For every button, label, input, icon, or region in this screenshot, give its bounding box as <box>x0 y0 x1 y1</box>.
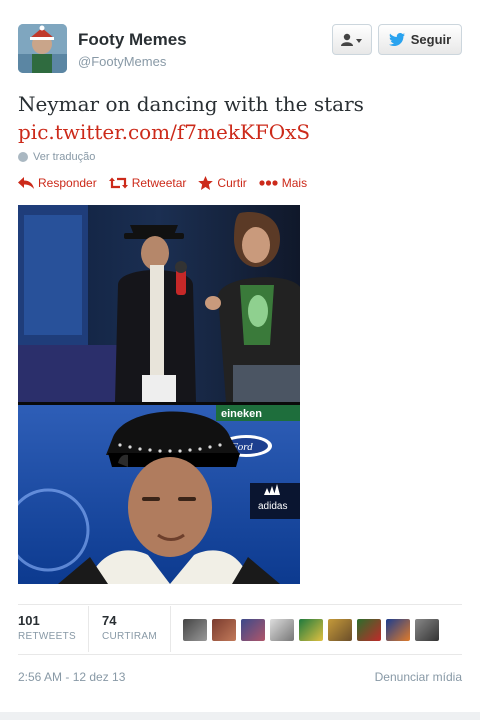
user-avatar-thumb[interactable] <box>299 619 323 641</box>
tweet-actions: Responder Retweetar Curtir Mais <box>18 176 319 190</box>
user-avatar-thumb[interactable] <box>415 619 439 641</box>
photo-image: eineken Ford adidas <box>18 205 300 584</box>
favorite-label: Curtir <box>217 176 247 190</box>
reply-action[interactable]: Responder <box>18 176 97 190</box>
more-dots-icon <box>259 180 278 186</box>
banner-heineken-text: eineken <box>221 408 262 420</box>
stat-separator <box>170 606 171 652</box>
account-name[interactable]: Footy Memes <box>78 30 187 50</box>
avatar[interactable] <box>18 24 67 73</box>
report-media-link[interactable]: Denunciar mídia <box>375 670 462 684</box>
more-label: Mais <box>281 176 308 190</box>
user-faces-strip <box>183 619 444 641</box>
retweets-count: 101 <box>18 613 40 628</box>
banner-adidas-text: adidas <box>258 501 287 512</box>
tweet-photo[interactable]: eineken Ford adidas <box>18 205 300 584</box>
tweet-body: Neymar on dancing with the stars <box>18 92 364 116</box>
user-avatar-thumb[interactable] <box>212 619 236 641</box>
stats-divider-bottom <box>18 654 462 655</box>
user-avatar-thumb[interactable] <box>328 619 352 641</box>
retweets-label: RETWEETS <box>18 631 76 642</box>
translate-label: Ver tradução <box>33 151 96 163</box>
tweet-media-link[interactable]: pic.twitter.com/f7mekKFOxS <box>18 118 462 146</box>
follow-label: Seguir <box>410 32 452 47</box>
user-avatar-thumb[interactable] <box>386 619 410 641</box>
globe-icon <box>18 152 28 162</box>
retweet-label: Retweetar <box>131 176 187 190</box>
user-avatar-thumb[interactable] <box>357 619 381 641</box>
stats-divider-top <box>18 604 462 605</box>
avatar-image <box>18 24 67 73</box>
bottom-edge <box>0 712 480 720</box>
star-icon <box>198 176 214 190</box>
likes-stat[interactable]: 74 CURTIRAM <box>102 613 157 642</box>
tweet-card: Footy Memes @FootyMemes Seguir Neymar on… <box>0 0 480 720</box>
translate-link[interactable]: Ver tradução <box>18 151 95 163</box>
user-avatar-thumb[interactable] <box>270 619 294 641</box>
retweets-stat[interactable]: 101 RETWEETS <box>18 613 76 642</box>
likes-count: 74 <box>102 613 117 628</box>
retweet-icon <box>108 177 128 189</box>
follow-button[interactable]: Seguir <box>378 24 462 55</box>
user-actions-button[interactable] <box>332 24 372 55</box>
user-avatar-thumb[interactable] <box>183 619 207 641</box>
user-icon <box>341 33 362 46</box>
reply-label: Responder <box>38 176 97 190</box>
stat-separator <box>88 606 89 652</box>
likes-label: CURTIRAM <box>102 631 157 642</box>
more-action[interactable]: Mais <box>259 176 307 190</box>
tweet-text: Neymar on dancing with the stars pic.twi… <box>18 90 462 146</box>
retweet-action[interactable]: Retweetar <box>108 176 187 190</box>
reply-icon <box>18 177 34 189</box>
twitter-bird-icon <box>388 33 405 46</box>
favorite-action[interactable]: Curtir <box>198 176 247 190</box>
user-avatar-thumb[interactable] <box>241 619 265 641</box>
account-handle[interactable]: @FootyMemes <box>78 54 166 69</box>
tweet-timestamp[interactable]: 2:56 AM - 12 dez 13 <box>18 670 125 684</box>
